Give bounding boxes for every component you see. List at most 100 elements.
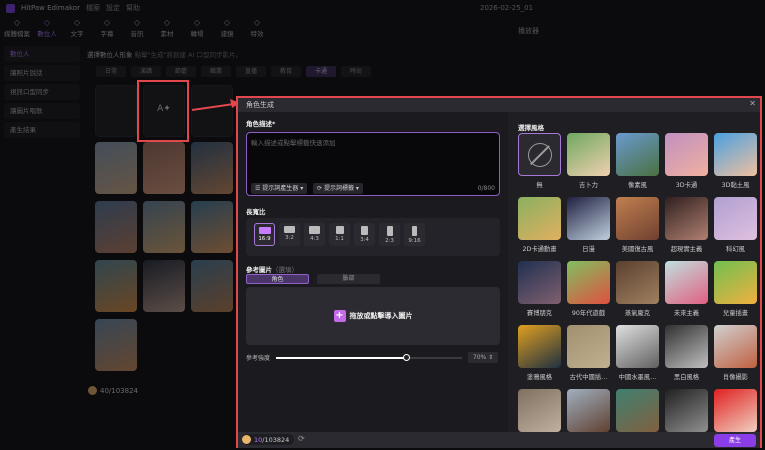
ratio-label: 4:3 [310, 236, 319, 242]
tool-assets[interactable]: ◇ 素材 [154, 18, 180, 42]
style-option[interactable] [616, 389, 659, 432]
style-option[interactable]: 吉卜力 [567, 133, 610, 197]
menu-help[interactable]: 幫助 [126, 4, 140, 12]
style-option[interactable]: 超現實主義 [665, 197, 708, 261]
tool-subtitle[interactable]: ◇ 字幕 [94, 18, 120, 42]
refresh-icon[interactable]: ⟳ [298, 434, 305, 443]
upload-avatar-button[interactable] [95, 85, 137, 137]
sidebar-item[interactable]: 讓圖片唱歌 [4, 103, 80, 119]
tool-music[interactable]: ◇ 音訊 [124, 18, 150, 42]
style-option[interactable]: 塗鴉風格 [518, 325, 561, 389]
sidebar-item[interactable]: 視訊口型同步 [4, 84, 80, 100]
strength-stepper[interactable]: 70% ⇕ [468, 352, 499, 363]
description-input[interactable] [247, 133, 499, 179]
style-option[interactable] [567, 389, 610, 432]
ratio-option[interactable]: 1:1 [329, 223, 350, 246]
style-option[interactable] [714, 389, 757, 432]
style-option[interactable]: 未來主義 [665, 261, 708, 325]
avatar-thumbnail[interactable] [191, 201, 233, 253]
avatar-thumbnail[interactable] [191, 260, 233, 312]
category-tab[interactable]: 時尚 [341, 66, 371, 77]
style-option[interactable]: 古代中國插… [567, 325, 610, 389]
ratio-option[interactable]: 2:3 [379, 223, 400, 246]
category-tab[interactable]: 卡通 [306, 66, 336, 77]
tool-effects[interactable]: ◇ 特效 [244, 18, 270, 42]
avatar-thumbnail[interactable] [191, 142, 233, 194]
music-icon: ◇ [133, 18, 141, 27]
style-option[interactable]: 3D卡通 [665, 133, 708, 197]
style-option[interactable]: 3D黏土風 [714, 133, 757, 197]
style-label: 未來主義 [673, 310, 700, 317]
sidebar-item[interactable]: 產生結果 [4, 122, 80, 138]
tool-filter[interactable]: ◇ 濾鏡 [214, 18, 240, 42]
category-tab[interactable]: 直播 [236, 66, 266, 77]
avatar-thumbnail[interactable] [143, 142, 185, 194]
style-option[interactable]: 無 [518, 133, 561, 197]
style-thumbnail [616, 389, 659, 432]
style-label: 蒸氣龐克 [624, 310, 651, 317]
style-option[interactable]: 黑白風格 [665, 325, 708, 389]
coin-icon [88, 386, 97, 395]
ratio-shape-icon [412, 226, 417, 236]
category-tab[interactable]: 日常 [96, 66, 126, 77]
category-tab[interactable]: 演講 [131, 66, 161, 77]
style-label: 90年代遊戲 [571, 310, 606, 317]
avatar-thumbnail[interactable] [95, 319, 137, 371]
avatar-thumbnail[interactable] [95, 201, 137, 253]
tool-text[interactable]: ◇ 文字 [64, 18, 90, 42]
ratio-option[interactable]: 3:2 [279, 223, 300, 246]
style-option[interactable]: 兒童插畫 [714, 261, 757, 325]
style-label: 像素風 [628, 182, 647, 189]
generate-button[interactable]: 產生 [714, 434, 756, 447]
style-option[interactable]: 日漫 [567, 197, 610, 261]
ratio-option[interactable]: 4:3 [304, 223, 325, 246]
tool-media[interactable]: ◇ 媒體檔案 [4, 18, 30, 42]
plus-icon: + [333, 310, 346, 322]
close-icon[interactable]: ✕ [749, 99, 756, 108]
style-option[interactable]: 中國水墨風… [616, 325, 659, 389]
menu-settings[interactable]: 設定 [106, 4, 120, 12]
style-option[interactable] [665, 389, 708, 432]
slider-handle[interactable] [403, 353, 411, 361]
tool-transition[interactable]: ◇ 轉場 [184, 18, 210, 42]
ratio-option[interactable]: 3:4 [354, 223, 375, 246]
app-title: HitPaw Edimakor [21, 4, 80, 12]
ratio-option[interactable]: 16:9 [254, 223, 275, 246]
prompt-generator-button[interactable]: ☰ 提示詞產生器 ▾ [251, 183, 308, 194]
style-option[interactable]: 科幻風 [714, 197, 757, 261]
menu-file[interactable]: 檔案 [86, 4, 100, 12]
style-thumbnail [714, 261, 757, 304]
style-option[interactable]: 美國復古風 [616, 197, 659, 261]
category-tab[interactable]: 職業 [201, 66, 231, 77]
tool-avatar[interactable]: ◇ 數位人 [34, 18, 60, 42]
avatar-thumbnail[interactable] [95, 142, 137, 194]
prompt-tags-button[interactable]: ⟳ 提示詞標籤 ▾ [313, 183, 363, 194]
avatar-thumbnail[interactable] [95, 260, 137, 312]
ratio-label: 1:1 [335, 236, 344, 242]
ratio-option[interactable]: 9:16 [404, 223, 425, 246]
style-thumbnail [665, 133, 708, 176]
style-option[interactable]: 90年代遊戲 [567, 261, 610, 325]
style-option[interactable]: 肖像攝影 [714, 325, 757, 389]
tab-character[interactable]: 角色 [246, 274, 309, 284]
strength-slider[interactable] [276, 353, 463, 361]
style-label: 古代中國插… [569, 374, 608, 381]
sidebar-item[interactable]: 數位人 [4, 46, 80, 62]
style-option[interactable] [518, 389, 561, 432]
style-option[interactable]: 賽博朋克 [518, 261, 561, 325]
style-label: 兒童插畫 [722, 310, 749, 317]
style-thumbnail [616, 133, 659, 176]
image-drop-zone[interactable]: + 拖放或點擊導入圖片 [246, 287, 500, 345]
avatar-thumbnail[interactable] [143, 260, 185, 312]
tab-face[interactable]: 臉部 [317, 274, 380, 284]
style-label: 3D黏土風 [721, 182, 750, 189]
sidebar-item[interactable]: 讓照片說話 [4, 65, 80, 81]
ratio-label: 2:3 [385, 238, 394, 244]
style-label: 選擇風格 [518, 124, 544, 132]
style-option[interactable]: 像素風 [616, 133, 659, 197]
category-tab[interactable]: 教育 [271, 66, 301, 77]
avatar-thumbnail[interactable] [143, 201, 185, 253]
category-tab[interactable]: 節慶 [166, 66, 196, 77]
style-option[interactable]: 2D卡通動畫 [518, 197, 561, 261]
style-option[interactable]: 蒸氣龐克 [616, 261, 659, 325]
